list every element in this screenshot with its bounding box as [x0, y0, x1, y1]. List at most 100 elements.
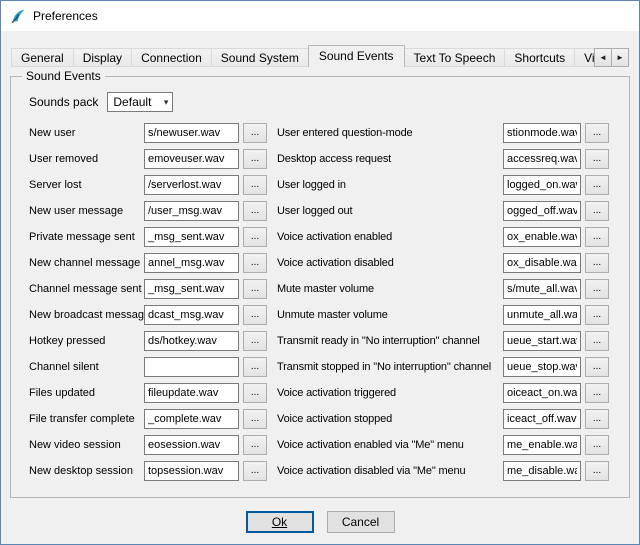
sound-file-input[interactable] [144, 123, 239, 143]
arrow-right-icon: ► [616, 53, 624, 62]
sound-file-input[interactable] [144, 175, 239, 195]
sound-file-input[interactable] [144, 279, 239, 299]
sound-file-input[interactable] [144, 435, 239, 455]
sound-file-input[interactable] [144, 383, 239, 403]
preferences-window: Preferences GeneralDisplayConnectionSoun… [0, 0, 640, 545]
event-column-right: User entered question-mode ... Desktop a… [277, 120, 609, 484]
event-label: Desktop access request [277, 153, 503, 165]
browse-button[interactable]: ... [585, 305, 609, 325]
event-label: User logged in [277, 179, 503, 191]
sound-event-row: New desktop session ... [29, 458, 267, 484]
browse-button[interactable]: ... [243, 149, 267, 169]
browse-button[interactable]: ... [243, 409, 267, 429]
tab-sound-system[interactable]: Sound System [211, 48, 309, 67]
sound-file-input[interactable] [503, 305, 581, 325]
browse-button[interactable]: ... [243, 357, 267, 377]
browse-button[interactable]: ... [585, 383, 609, 403]
browse-button[interactable]: ... [243, 175, 267, 195]
sound-file-input[interactable] [144, 305, 239, 325]
browse-button[interactable]: ... [243, 461, 267, 481]
event-label: New user message [29, 205, 144, 217]
sound-event-row: New channel message ... [29, 250, 267, 276]
browse-button[interactable]: ... [243, 201, 267, 221]
sound-file-input[interactable] [144, 227, 239, 247]
sound-event-row: Voice activation enabled ... [277, 224, 609, 250]
browse-button[interactable]: ... [243, 279, 267, 299]
sound-event-row: User entered question-mode ... [277, 120, 609, 146]
ok-button[interactable]: Ok [246, 511, 314, 533]
event-label: New user [29, 127, 144, 139]
sound-event-row: Voice activation stopped ... [277, 406, 609, 432]
sound-file-input[interactable] [503, 461, 581, 481]
event-label: Mute master volume [277, 283, 503, 295]
browse-button[interactable]: ... [585, 331, 609, 351]
cancel-button[interactable]: Cancel [327, 511, 395, 533]
tab-text-to-speech[interactable]: Text To Speech [404, 48, 506, 67]
sound-file-input[interactable] [503, 123, 581, 143]
browse-button[interactable]: ... [243, 435, 267, 455]
sound-file-input[interactable] [144, 201, 239, 221]
sound-event-row: Channel message sent ... [29, 276, 267, 302]
event-column-left: New user ... User removed ... Server los… [29, 120, 267, 484]
sound-file-input[interactable] [503, 435, 581, 455]
sound-file-input[interactable] [503, 357, 581, 377]
sound-event-row: New video session ... [29, 432, 267, 458]
event-label: Transmit ready in "No interruption" chan… [277, 335, 503, 347]
browse-button[interactable]: ... [243, 383, 267, 403]
tab-bar: GeneralDisplayConnectionSound SystemSoun… [11, 45, 629, 67]
event-label: Channel message sent [29, 283, 144, 295]
sound-file-input[interactable] [503, 409, 581, 429]
sound-file-input[interactable] [144, 409, 239, 429]
browse-button[interactable]: ... [243, 331, 267, 351]
sound-file-input[interactable] [503, 279, 581, 299]
event-label: User removed [29, 153, 144, 165]
event-label: Voice activation enabled [277, 231, 503, 243]
sound-file-input[interactable] [144, 253, 239, 273]
browse-button[interactable]: ... [585, 357, 609, 377]
browse-button[interactable]: ... [585, 253, 609, 273]
browse-button[interactable]: ... [243, 227, 267, 247]
browse-button[interactable]: ... [243, 305, 267, 325]
browse-button[interactable]: ... [585, 123, 609, 143]
browse-button[interactable]: ... [585, 435, 609, 455]
sound-file-input[interactable] [144, 357, 239, 377]
tab-display[interactable]: Display [73, 48, 132, 67]
browse-button[interactable]: ... [585, 461, 609, 481]
event-label: Unmute master volume [277, 309, 503, 321]
browse-button[interactable]: ... [585, 201, 609, 221]
tab-scroll-right-button[interactable]: ► [611, 48, 629, 67]
sound-file-input[interactable] [503, 331, 581, 351]
browse-button[interactable]: ... [243, 253, 267, 273]
tab-shortcuts[interactable]: Shortcuts [504, 48, 575, 67]
event-label: Voice activation stopped [277, 413, 503, 425]
sound-event-row: Desktop access request ... [277, 146, 609, 172]
event-label: Server lost [29, 179, 144, 191]
sound-file-input[interactable] [503, 149, 581, 169]
sound-event-row: Server lost ... [29, 172, 267, 198]
tab-scrollers: ◄ ► [594, 48, 629, 67]
sounds-pack-dropdown[interactable]: Default ▾ [107, 92, 173, 112]
sound-file-input[interactable] [144, 461, 239, 481]
sound-event-row: User logged out ... [277, 198, 609, 224]
group-title: Sound Events [22, 69, 105, 83]
tab-scroll-left-button[interactable]: ◄ [594, 48, 612, 67]
browse-button[interactable]: ... [585, 409, 609, 429]
sounds-pack-row: Sounds pack Default ▾ [29, 92, 629, 112]
sound-file-input[interactable] [503, 227, 581, 247]
event-label: Voice activation disabled [277, 257, 503, 269]
browse-button[interactable]: ... [585, 227, 609, 247]
browse-button[interactable]: ... [243, 123, 267, 143]
sound-file-input[interactable] [144, 149, 239, 169]
sound-file-input[interactable] [503, 201, 581, 221]
sound-file-input[interactable] [503, 175, 581, 195]
tab-general[interactable]: General [11, 48, 74, 67]
sound-events-group: Sound Events Sounds pack Default ▾ New u… [10, 76, 630, 498]
browse-button[interactable]: ... [585, 175, 609, 195]
browse-button[interactable]: ... [585, 149, 609, 169]
tab-sound-events[interactable]: Sound Events [308, 45, 405, 67]
tab-connection[interactable]: Connection [131, 48, 212, 67]
sound-file-input[interactable] [503, 253, 581, 273]
sound-file-input[interactable] [503, 383, 581, 403]
browse-button[interactable]: ... [585, 279, 609, 299]
sound-file-input[interactable] [144, 331, 239, 351]
